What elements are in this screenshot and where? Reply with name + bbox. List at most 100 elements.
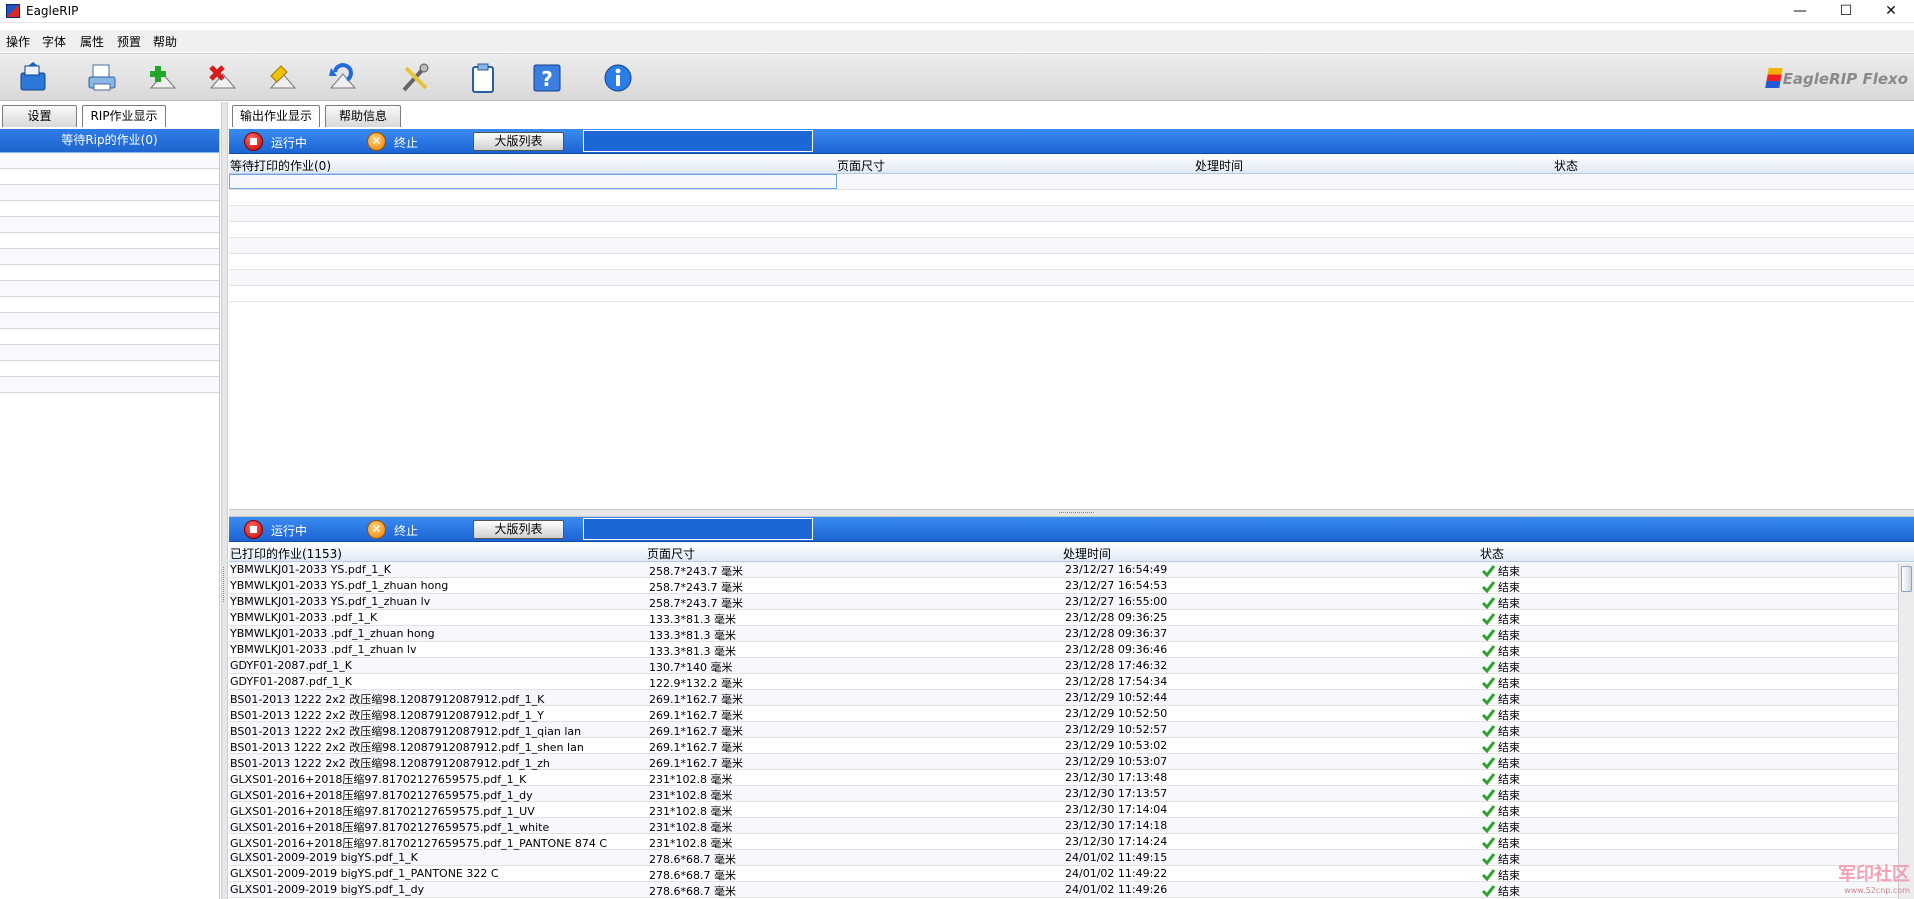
col-page-size[interactable]: 页面尺寸 [647,545,695,562]
list-item[interactable] [0,281,219,297]
table-row[interactable] [229,174,1914,190]
scrollbar-thumb[interactable] [1901,566,1912,592]
menu-properties[interactable]: 属性 [80,33,104,50]
table-row[interactable] [229,286,1914,302]
table-row[interactable]: GLXS01-2016+2018压缩97.81702127659575.pdf_… [229,818,1914,834]
check-icon [1482,853,1495,865]
table-row[interactable]: BS01-2013 1222 2x2 改压缩98.12087912087912.… [229,690,1914,706]
plate-list-button[interactable]: 大版列表 [473,132,564,151]
col-status[interactable]: 状态 [1480,545,1504,562]
job-name-cell-text: YBMWLKJ01-2033 YS.pdf_1_K [230,563,391,576]
terminate-icon[interactable]: ✕ [367,520,386,539]
table-row[interactable] [229,222,1914,238]
menu-help[interactable]: 帮助 [153,33,177,50]
col-process-time[interactable]: 处理时间 [1195,157,1243,174]
table-row[interactable] [229,190,1914,206]
vertical-splitter[interactable] [221,102,228,899]
job-name-cell-text: YBMWLKJ01-2033 .pdf_1_zhuan hong [230,627,435,640]
table-row[interactable]: BS01-2013 1222 2x2 改压缩98.12087912087912.… [229,738,1914,754]
list-item[interactable] [0,313,219,329]
tab-rip-jobs[interactable]: RIP作业显示 [82,105,166,127]
list-item[interactable] [0,169,219,185]
table-row[interactable]: GLXS01-2009-2019 bigYS.pdf_1_PANTONE 322… [229,866,1914,882]
list-item[interactable] [0,361,219,377]
menu-operate[interactable]: 操作 [6,33,30,50]
running-stop-icon[interactable] [244,520,263,539]
table-row[interactable]: GLXS01-2009-2019 bigYS.pdf_1_K 278.6*68.7… [229,850,1914,866]
add-button[interactable] [145,62,179,94]
col-process-time[interactable]: 处理时间 [1063,545,1111,562]
close-button[interactable]: ✕ [1868,0,1914,23]
help-button[interactable]: ? [530,62,564,94]
tab-help-info[interactable]: 帮助信息 [325,105,401,127]
running-stop-icon[interactable] [244,132,263,151]
list-item[interactable] [0,201,219,217]
status-cell-text: 结束 [1498,597,1520,610]
tools-button[interactable] [398,62,432,94]
printed-table-scrollbar[interactable] [1898,563,1914,899]
terminate-icon[interactable]: ✕ [367,132,386,151]
list-item[interactable] [0,329,219,345]
maximize-button[interactable]: ☐ [1823,0,1869,23]
list-item[interactable] [0,249,219,265]
col-page-size[interactable]: 页面尺寸 [837,157,885,174]
table-row[interactable]: YBMWLKJ01-2033 YS.pdf_1_K 258.7*243.7 毫米 2… [229,562,1914,578]
info-button[interactable] [601,62,635,94]
table-row[interactable]: GDYF01-2087.pdf_1_K 130.7*140 毫米 23/12/28 … [229,658,1914,674]
list-item[interactable] [0,377,219,393]
selected-cell[interactable] [229,174,837,189]
check-icon [1482,821,1495,833]
list-item[interactable] [0,185,219,201]
table-row[interactable] [229,254,1914,270]
table-row[interactable]: GDYF01-2087.pdf_1_K 122.9*132.2 毫米 23/12/2… [229,674,1914,690]
table-row[interactable]: YBMWLKJ01-2033 .pdf_1_zhuan lv 133.3*81.3… [229,642,1914,658]
edit-button[interactable] [265,62,299,94]
table-row[interactable]: YBMWLKJ01-2033 YS.pdf_1_zhuan hong 258.7*… [229,578,1914,594]
job-name-cell: GDYF01-2087.pdf_1_K [230,659,352,672]
col-status[interactable]: 状态 [1554,157,1578,174]
col-printed-job[interactable]: 已打印的作业(1153) [230,545,342,562]
list-item[interactable] [0,153,219,169]
table-row[interactable] [229,238,1914,254]
col-waiting-job[interactable]: 等待打印的作业(0) [230,157,331,174]
minimize-button[interactable]: — [1777,0,1823,23]
print-button[interactable] [85,62,119,94]
tab-settings[interactable]: 设置 [2,105,77,127]
table-row[interactable]: YBMWLKJ01-2033 .pdf_1_zhuan hong 133.3*81… [229,626,1914,642]
printed-queue-field[interactable] [583,518,813,540]
tab-output-jobs[interactable]: 输出作业显示 [232,105,320,127]
process-time-cell: 23/12/30 17:13:57 [1065,787,1167,800]
job-name-cell: GLXS01-2009-2019 bigYS.pdf_1_K [230,851,418,864]
table-row[interactable]: GLXS01-2009-2019 bigYS.pdf_1_dy 278.6*68.… [229,882,1914,898]
table-row[interactable]: YBMWLKJ01-2033 .pdf_1_K 133.3*81.3 毫米 23/1… [229,610,1914,626]
delete-button[interactable] [205,62,239,94]
table-row[interactable] [229,206,1914,222]
table-row[interactable] [229,270,1914,286]
menu-font[interactable]: 字体 [42,33,66,50]
plate-list-button[interactable]: 大版列表 [473,520,564,539]
list-item[interactable] [0,265,219,281]
process-time-cell-text: 23/12/27 16:54:49 [1065,563,1168,576]
list-item[interactable] [0,297,219,313]
process-time-cell-text: 23/12/30 17:13:48 [1065,771,1168,784]
table-row[interactable]: YBMWLKJ01-2033 YS.pdf_1_zhuan lv 258.7*24… [229,594,1914,610]
table-row[interactable]: GLXS01-2016+2018压缩97.81702127659575.pdf_… [229,834,1914,850]
table-row[interactable]: BS01-2013 1222 2x2 改压缩98.12087912087912.… [229,754,1914,770]
clipboard-button[interactable] [466,62,500,94]
table-row[interactable]: GLXS01-2016+2018压缩97.81702127659575.pdf_… [229,770,1914,786]
status-cell: 结束 [1482,755,1520,771]
list-item[interactable] [0,233,219,249]
table-row[interactable]: BS01-2013 1222 2x2 改压缩98.12087912087912.… [229,722,1914,738]
status-cell: 结束 [1482,611,1520,627]
undo-button[interactable] [325,62,359,94]
open-button[interactable] [16,62,50,94]
waiting-queue-field[interactable] [583,130,813,152]
job-name-cell: BS01-2013 1222 2x2 改压缩98.12087912087912.… [230,755,550,771]
list-item[interactable] [0,217,219,233]
table-row[interactable]: BS01-2013 1222 2x2 改压缩98.12087912087912.… [229,706,1914,722]
horizontal-splitter[interactable] [229,509,1914,517]
table-row[interactable]: GLXS01-2016+2018压缩97.81702127659575.pdf_… [229,786,1914,802]
table-row[interactable]: GLXS01-2016+2018压缩97.81702127659575.pdf_… [229,802,1914,818]
menu-presets[interactable]: 预置 [117,33,141,50]
list-item[interactable] [0,345,219,361]
